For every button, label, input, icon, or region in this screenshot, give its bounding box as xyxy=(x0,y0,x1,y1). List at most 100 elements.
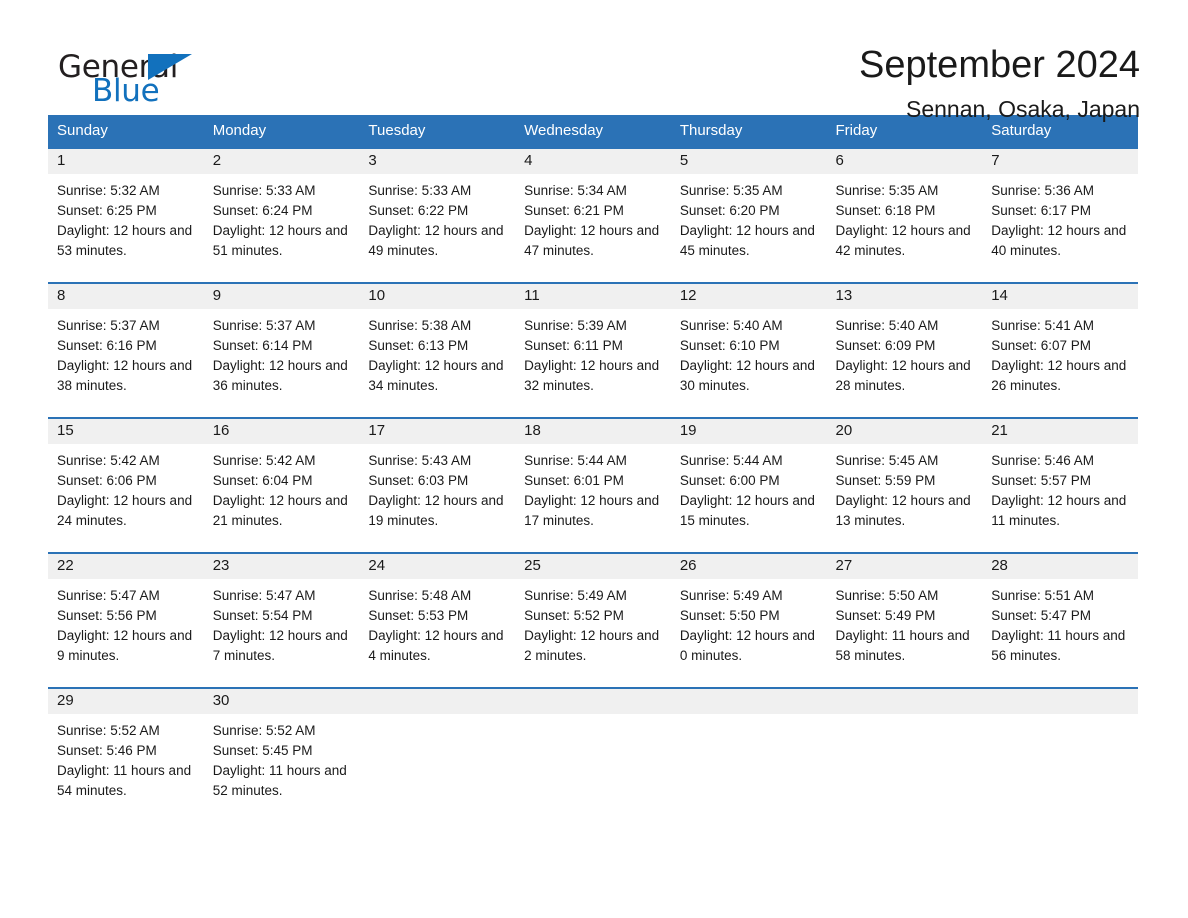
sunset-text: Sunset: 5:53 PM xyxy=(368,608,469,623)
calendar-day-cell[interactable]: 10 Sunrise: 5:38 AM Sunset: 6:13 PM Dayligh… xyxy=(359,282,516,418)
day-number: 5 xyxy=(670,149,827,174)
calendar-day-cell[interactable]: 25 Sunrise: 5:49 AM Sunset: 5:52 PM Dayligh… xyxy=(515,552,671,688)
day-info: Sunrise: 5:38 AM Sunset: 6:13 PM Daylight:… xyxy=(359,309,515,396)
day-info: Sunrise: 5:52 AM Sunset: 5:45 PM Daylight:… xyxy=(204,714,360,801)
calendar-day-cell[interactable]: 7 Sunrise: 5:36 AM Sunset: 6:17 PM Daylight… xyxy=(982,147,1138,283)
sunrise-text: Sunrise: 5:47 AM xyxy=(212,588,316,603)
day-number: 11 xyxy=(515,284,671,309)
calendar-day-cell[interactable]: 18 Sunrise: 5:44 AM Sunset: 6:01 PM Dayligh… xyxy=(515,417,671,553)
daylight-text: Daylight: 12 hours and 0 minutes. xyxy=(679,628,815,663)
day-info: Sunrise: 5:42 AM Sunset: 6:06 PM Daylight:… xyxy=(48,444,204,531)
calendar-body: 1 Sunrise: 5:32 AM Sunset: 6:25 PM Daylight… xyxy=(48,147,1138,822)
day-info: Sunrise: 5:39 AM Sunset: 6:11 PM Daylight:… xyxy=(515,309,671,396)
day-info: Sunrise: 5:49 AM Sunset: 5:52 PM Daylight:… xyxy=(515,579,671,666)
calendar-day-cell[interactable]: 23 Sunrise: 5:47 AM Sunset: 5:54 PM Dayligh… xyxy=(203,552,360,688)
calendar-day-cell[interactable]: 21 Sunrise: 5:46 AM Sunset: 5:57 PM Dayligh… xyxy=(982,417,1138,553)
calendar-day-cell[interactable]: 19 Sunrise: 5:44 AM Sunset: 6:00 PM Dayligh… xyxy=(670,417,827,553)
sunset-text: Sunset: 5:57 PM xyxy=(991,473,1092,488)
sunrise-text: Sunrise: 5:42 AM xyxy=(212,453,316,468)
calendar-page: General Blue September 2024 Sennan, Osak… xyxy=(0,0,1188,918)
calendar-day-cell[interactable]: 3 Sunrise: 5:33 AM Sunset: 6:22 PM Daylight… xyxy=(359,147,516,283)
calendar-day-cell[interactable]: 16 Sunrise: 5:42 AM Sunset: 6:04 PM Dayligh… xyxy=(203,417,360,553)
day-number: 24 xyxy=(359,554,516,579)
day-number xyxy=(670,689,827,714)
sunset-text: Sunset: 6:06 PM xyxy=(57,473,157,488)
calendar-day-cell[interactable]: 11 Sunrise: 5:39 AM Sunset: 6:11 PM Dayligh… xyxy=(515,282,671,418)
calendar-day-cell[interactable]: 22 Sunrise: 5:47 AM Sunset: 5:56 PM Dayligh… xyxy=(48,552,204,688)
sunset-text: Sunset: 5:56 PM xyxy=(57,608,157,623)
day-info: Sunrise: 5:40 AM Sunset: 6:09 PM Daylight:… xyxy=(827,309,983,396)
day-number: 14 xyxy=(982,284,1138,309)
sunrise-text: Sunrise: 5:37 AM xyxy=(212,318,316,333)
calendar-day-cell[interactable]: 2 Sunrise: 5:33 AM Sunset: 6:24 PM Daylight… xyxy=(203,147,360,283)
daylight-text: Daylight: 11 hours and 52 minutes. xyxy=(212,763,347,798)
calendar-day-cell[interactable]: 17 Sunrise: 5:43 AM Sunset: 6:03 PM Dayligh… xyxy=(359,417,516,553)
calendar-day-cell[interactable]: 20 Sunrise: 5:45 AM Sunset: 5:59 PM Dayligh… xyxy=(826,417,983,553)
sunset-text: Sunset: 6:04 PM xyxy=(212,473,313,488)
daylight-text: Daylight: 12 hours and 42 minutes. xyxy=(835,223,971,258)
calendar-day-cell[interactable]: 15 Sunrise: 5:42 AM Sunset: 6:06 PM Dayligh… xyxy=(48,417,204,553)
day-number: 1 xyxy=(48,149,204,174)
day-number: 16 xyxy=(203,419,360,444)
calendar-day-cell[interactable]: 12 Sunrise: 5:40 AM Sunset: 6:10 PM Dayligh… xyxy=(670,282,827,418)
calendar-day-cell[interactable]: 24 Sunrise: 5:48 AM Sunset: 5:53 PM Dayligh… xyxy=(359,552,516,688)
sunset-text: Sunset: 6:09 PM xyxy=(835,338,936,353)
day-number: 17 xyxy=(359,419,516,444)
calendar-day-cell[interactable]: 29 Sunrise: 5:52 AM Sunset: 5:46 PM Dayligh… xyxy=(48,687,204,822)
sunset-text: Sunset: 6:22 PM xyxy=(368,203,469,218)
calendar-day-cell[interactable]: 1 Sunrise: 5:32 AM Sunset: 6:25 PM Daylight… xyxy=(48,147,204,283)
calendar-day-cell[interactable]: 9 Sunrise: 5:37 AM Sunset: 6:14 PM Daylight… xyxy=(203,282,360,418)
sunrise-text: Sunrise: 5:34 AM xyxy=(524,183,627,198)
calendar-day-cell-empty xyxy=(826,687,983,822)
calendar-day-cell[interactable]: 27 Sunrise: 5:50 AM Sunset: 5:49 PM Dayligh… xyxy=(826,552,983,688)
calendar-day-cell[interactable]: 5 Sunrise: 5:35 AM Sunset: 6:20 PM Daylight… xyxy=(670,147,827,283)
sunset-text: Sunset: 5:49 PM xyxy=(835,608,936,623)
sunset-text: Sunset: 6:25 PM xyxy=(57,203,157,218)
sunset-text: Sunset: 6:11 PM xyxy=(524,338,623,353)
sunrise-text: Sunrise: 5:43 AM xyxy=(368,453,472,468)
day-number: 27 xyxy=(826,554,983,579)
daylight-text: Daylight: 12 hours and 7 minutes. xyxy=(212,628,348,663)
calendar-day-cell[interactable]: 6 Sunrise: 5:35 AM Sunset: 6:18 PM Daylight… xyxy=(826,147,983,283)
day-number: 22 xyxy=(48,554,204,579)
day-info: Sunrise: 5:44 AM Sunset: 6:00 PM Daylight:… xyxy=(671,444,827,531)
day-number: 21 xyxy=(982,419,1138,444)
day-number: 30 xyxy=(203,689,360,714)
sunrise-text: Sunrise: 5:37 AM xyxy=(57,318,160,333)
day-info: Sunrise: 5:52 AM Sunset: 5:46 PM Daylight:… xyxy=(48,714,204,801)
calendar-week-row: 22 Sunrise: 5:47 AM Sunset: 5:56 PM Dayligh… xyxy=(48,552,1138,688)
weekday-header-tuesday: Tuesday xyxy=(359,115,516,148)
daylight-text: Daylight: 12 hours and 26 minutes. xyxy=(991,358,1127,393)
daylight-text: Daylight: 12 hours and 13 minutes. xyxy=(835,493,971,528)
sunset-text: Sunset: 5:45 PM xyxy=(212,743,313,758)
daylight-text: Daylight: 12 hours and 51 minutes. xyxy=(212,223,348,258)
daylight-text: Daylight: 12 hours and 49 minutes. xyxy=(368,223,504,258)
day-number xyxy=(982,689,1138,714)
calendar-day-cell[interactable]: 28 Sunrise: 5:51 AM Sunset: 5:47 PM Dayligh… xyxy=(982,552,1138,688)
calendar-day-cell[interactable]: 8 Sunrise: 5:37 AM Sunset: 6:16 PM Daylight… xyxy=(48,282,204,418)
sunrise-text: Sunrise: 5:49 AM xyxy=(679,588,783,603)
day-number: 23 xyxy=(203,554,360,579)
calendar-day-cell-empty xyxy=(515,687,671,822)
page-title: September 2024 xyxy=(859,44,1140,86)
daylight-text: Daylight: 12 hours and 30 minutes. xyxy=(679,358,815,393)
day-info: Sunrise: 5:32 AM Sunset: 6:25 PM Daylight:… xyxy=(48,174,204,261)
day-info: Sunrise: 5:43 AM Sunset: 6:03 PM Daylight:… xyxy=(359,444,515,531)
day-number: 12 xyxy=(670,284,827,309)
daylight-text: Daylight: 12 hours and 11 minutes. xyxy=(991,493,1127,528)
day-number: 7 xyxy=(982,149,1138,174)
day-number xyxy=(826,689,983,714)
calendar-day-cell[interactable]: 14 Sunrise: 5:41 AM Sunset: 6:07 PM Dayligh… xyxy=(982,282,1138,418)
calendar-day-cell[interactable]: 4 Sunrise: 5:34 AM Sunset: 6:21 PM Daylight… xyxy=(515,147,671,283)
day-number: 20 xyxy=(826,419,983,444)
sunrise-text: Sunrise: 5:45 AM xyxy=(835,453,939,468)
calendar-day-cell[interactable]: 26 Sunrise: 5:49 AM Sunset: 5:50 PM Dayligh… xyxy=(670,552,827,688)
calendar-day-cell-empty xyxy=(359,687,516,822)
daylight-text: Daylight: 12 hours and 53 minutes. xyxy=(57,223,193,258)
calendar-day-cell[interactable]: 30 Sunrise: 5:52 AM Sunset: 5:45 PM Dayligh… xyxy=(203,687,360,822)
day-info: Sunrise: 5:35 AM Sunset: 6:18 PM Daylight:… xyxy=(827,174,983,261)
calendar-day-cell[interactable]: 13 Sunrise: 5:40 AM Sunset: 6:09 PM Dayligh… xyxy=(826,282,983,418)
day-info: Sunrise: 5:36 AM Sunset: 6:17 PM Daylight:… xyxy=(982,174,1138,261)
sunset-text: Sunset: 5:46 PM xyxy=(57,743,157,758)
daylight-text: Daylight: 12 hours and 21 minutes. xyxy=(212,493,348,528)
